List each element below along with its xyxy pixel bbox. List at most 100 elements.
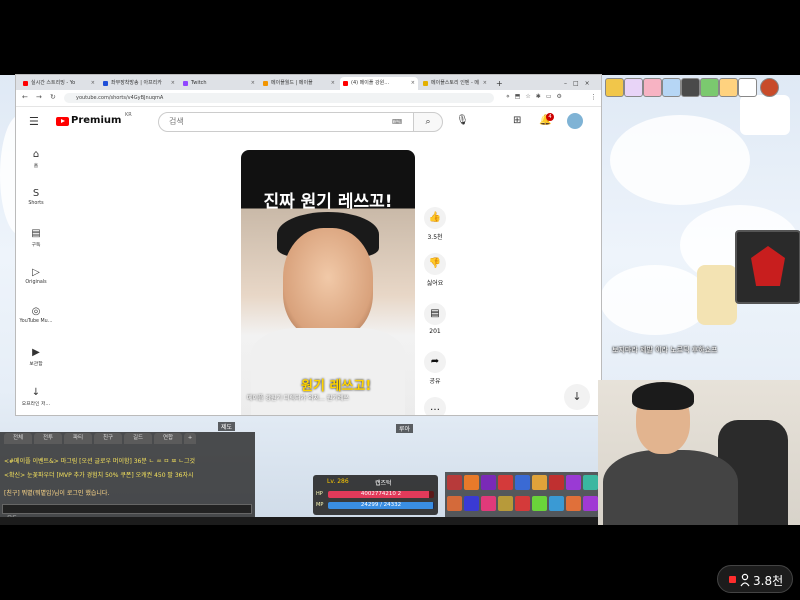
skill-slot[interactable] [481,496,496,511]
hp-value: 4002774210 2 [360,491,402,497]
chat-tab-union[interactable]: 연합 [154,433,182,444]
skill-slot[interactable] [447,475,462,490]
mp-bar: 24299 / 24332 [328,502,434,509]
skill-slot[interactable] [549,475,564,490]
hp-bar: 4002774210 2 [328,491,434,498]
player-nameplate: 제도 [218,422,236,431]
tab-item-active[interactable]: (4) 메이플 강원… × [340,77,418,90]
chat-tab-party[interactable]: 파티 [64,433,92,444]
buff-icon[interactable] [643,78,662,97]
chat-tab-battle[interactable]: 전투 [34,433,62,444]
close-icon[interactable]: × [171,77,175,90]
sidebar-item-originals[interactable]: ▷ Originals [16,267,56,285]
home-icon: ⌂ [32,149,40,160]
buff-icon[interactable] [605,78,624,97]
shorts-video-player[interactable]: 진짜 원기 레쓰꼬! 원기 레쓰고! 메이플 강원기 디렉터가 외쳐… 원기레쓰 [241,150,415,415]
new-tab-button[interactable]: + [492,77,506,90]
tab-item[interactable]: 메이플월드 | 메이플 × [260,77,338,90]
game-notice-text: 보지마라 제발 이라 노르딕 후하쇼프 [612,346,718,354]
youtube-page: ☰ Premium KR 검색 ⌨ ⌕ 🎙 ⊞ 🔔 4 ⌂ 홈 S Shorts ▤… [16,107,601,415]
forward-icon[interactable]: → [36,93,42,101]
create-video-icon[interactable]: ⊞ [513,115,521,126]
address-bar: ← → ↻ youtube.com/shorts/v4GyBJnuqmA ⋄⬒☆… [16,90,601,107]
skill-slot[interactable] [464,475,479,490]
tab-item[interactable]: Twitch × [180,77,258,90]
skill-slot[interactable] [498,496,513,511]
back-icon[interactable]: ← [22,93,28,101]
mp-label: MP [316,502,324,508]
buff-icon[interactable] [760,78,779,97]
skill-slot[interactable] [515,475,530,490]
search-button[interactable]: ⌕ [413,112,443,132]
buff-icon[interactable] [738,78,757,97]
sidebar-item-youtube-music[interactable]: ◎ YouTube Mu… [16,306,56,324]
reload-icon[interactable]: ↻ [50,93,56,101]
skill-slot[interactable] [583,496,598,511]
sidebar-item-library[interactable]: ▶ 보관함 [16,347,56,367]
skill-slot[interactable] [464,496,479,511]
banner-flag [740,95,790,135]
skill-slot[interactable] [532,496,547,511]
sidebar-item-downloads[interactable]: ↓ 오프라인 저… [16,387,56,407]
microphone-icon[interactable]: 🎙 [456,115,469,126]
chat-input[interactable]: 모두 [2,504,252,522]
sidebar-item-home[interactable]: ⌂ 홈 [16,149,56,169]
close-icon[interactable]: × [483,77,487,90]
url-field[interactable]: youtube.com/shorts/v4GyBJnuqmA [64,93,494,103]
youtube-favicon-icon [23,81,28,86]
streamer-hair [632,382,694,410]
skill-slot[interactable] [549,496,564,511]
guild-emblem [735,230,800,304]
chat-tab-guild[interactable]: 길드 [124,433,152,444]
menu-icon[interactable]: ⋮ [590,93,597,101]
close-icon[interactable]: × [331,77,335,90]
close-icon[interactable]: × [411,77,415,90]
skill-slot[interactable] [583,475,598,490]
dislike-button[interactable]: 👎 싫어요 [423,253,447,287]
comment-button[interactable]: ▤ 201 [423,303,447,335]
avatar[interactable] [567,113,583,129]
tab-item[interactable]: 메이플스토리 인벤 - 메 × [420,77,490,90]
tab-item[interactable]: 실시간 스트리밍 - Yo × [20,77,98,90]
skill-slot[interactable] [566,475,581,490]
search-input[interactable]: 검색 [158,112,414,132]
maple-favicon-icon [263,81,268,86]
subscriptions-icon: ▤ [31,228,41,239]
chat-tab-friend[interactable]: 친구 [94,433,122,444]
youtube-logo-text[interactable]: Premium [71,115,121,126]
close-icon[interactable]: × [251,77,255,90]
dislike-label: 싫어요 [426,280,444,287]
skill-slot[interactable] [566,496,581,511]
buff-icon[interactable] [719,78,738,97]
buff-icon[interactable] [700,78,719,97]
skill-slot[interactable] [481,475,496,490]
chat-tab-all[interactable]: 전체 [4,433,32,444]
close-icon[interactable]: × [91,77,95,90]
skill-slot[interactable] [532,475,547,490]
skill-slot[interactable] [447,496,462,511]
mp-value: 24299 / 24332 [360,502,402,508]
tab-item[interactable]: 좌부장착방송 | 아프리카 × [100,77,178,90]
twitch-favicon-icon [183,81,188,86]
inven-favicon-icon [423,81,428,86]
more-button[interactable]: … [423,397,447,415]
share-button[interactable]: ➦ 공유 [423,351,447,385]
keyboard-icon[interactable]: ⌨ [392,118,402,126]
sidebar-item-shorts[interactable]: S Shorts [16,188,56,206]
like-button[interactable]: 👍 3.5천 [423,207,447,241]
hamburger-menu-icon[interactable]: ☰ [29,115,39,128]
originals-icon: ▷ [32,267,40,278]
youtube-logo-icon[interactable] [56,117,69,126]
buff-icon[interactable] [624,78,643,97]
game-chat-window: 전체 전투 파티 친구 길드 연합 + <#메이플 이벤트&> 마그림 [오션 … [0,432,255,522]
comment-icon: ▤ [424,303,446,325]
window-controls[interactable]: –□× [564,77,601,90]
buff-icon[interactable] [681,78,700,97]
buff-icon[interactable] [662,78,681,97]
chat-tab-add[interactable]: + [184,433,196,444]
skill-slot[interactable] [515,496,530,511]
sidebar-item-subscriptions[interactable]: ▤ 구독 [16,228,56,248]
next-video-button[interactable]: ↓ [564,384,590,410]
skill-slot[interactable] [498,475,513,490]
extension-icons[interactable]: ⋄⬒☆✱▭⚙ [506,93,567,100]
